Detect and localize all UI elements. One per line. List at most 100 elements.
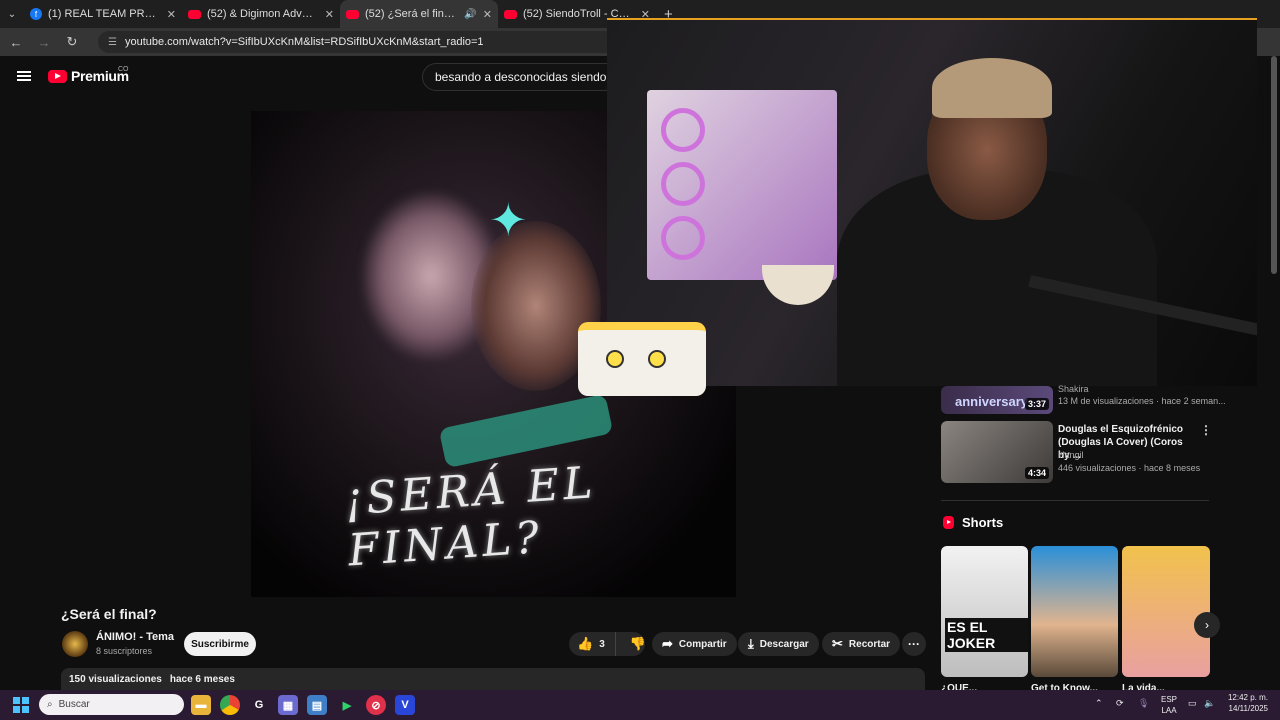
app-icon[interactable]: G	[249, 695, 269, 715]
speaker-icon[interactable]: 🔈	[1204, 698, 1215, 709]
site-info-icon[interactable]: ☰	[108, 37, 117, 48]
video-meta: 13 M de visualizaciones · hace 2 seman..…	[1058, 396, 1226, 406]
file-explorer-icon[interactable]: ▬	[191, 695, 211, 715]
dislike-button[interactable]: 👎	[622, 636, 654, 652]
like-button[interactable]: 👍 3	[569, 632, 616, 656]
bowl	[762, 265, 834, 305]
channel-name[interactable]: Shakira	[1058, 384, 1089, 394]
more-vertical-icon[interactable]: ⋮	[1200, 423, 1212, 437]
subscriber-count: 8 suscriptores	[96, 646, 153, 656]
list-item[interactable]: 4:34 Douglas el Esquizofrénico (Douglas …	[940, 421, 1212, 483]
country-code: CO	[118, 66, 129, 73]
mascot-sticker	[578, 322, 706, 396]
fan-icon	[661, 108, 705, 152]
channel-name[interactable]: Hangil	[1058, 450, 1084, 460]
thumbs-up-icon: 👍	[577, 636, 594, 651]
clip-label: Recortar	[848, 638, 891, 650]
network-icon[interactable]: ▭	[1188, 698, 1197, 709]
channel-name[interactable]: ÁNIMO! - Tema	[96, 631, 174, 643]
video-title-art: ¡SERÁ EL FINAL?	[342, 457, 599, 577]
short-overlay-text: ES EL JOKER	[945, 618, 1028, 652]
duration-badge: 3:37	[1024, 398, 1049, 410]
like-dislike-group: 👍 3 👎	[569, 632, 646, 656]
thumbnail-text: anniversary	[955, 394, 1028, 409]
short-card[interactable]: ES EL JOKER	[941, 546, 1028, 677]
tab-title: (1) REAL TEAM PRRAS! | Facebo	[48, 8, 161, 20]
windows-start-icon[interactable]	[13, 697, 29, 713]
media-player-icon[interactable]: ▶	[337, 695, 357, 715]
video-meta: 446 visualizaciones · hace 8 meses	[1058, 463, 1201, 473]
tab-title: (52) ¿Será el final? - YouTub	[365, 8, 459, 20]
search-icon: ⌕	[47, 699, 53, 710]
like-count: 3	[599, 638, 605, 650]
reload-icon[interactable]: ↻	[64, 34, 80, 50]
eye-icon	[648, 350, 666, 368]
search-input[interactable]: besando a desconocidas siendokam	[422, 63, 622, 91]
close-icon[interactable]: ✕	[167, 8, 176, 21]
fan-icon	[661, 162, 705, 206]
streamer-cap	[932, 58, 1052, 118]
subscribe-button[interactable]: Suscribirme	[184, 632, 256, 656]
close-icon[interactable]: ✕	[325, 8, 334, 21]
url-field[interactable]: ☰ youtube.com/watch?v=SifIbUXcKnM&list=R…	[98, 31, 658, 53]
shorts-icon	[943, 516, 954, 529]
pc-case	[647, 90, 837, 280]
thumbs-down-icon: 👎	[629, 636, 646, 651]
download-label: Descargar	[759, 638, 809, 650]
time-text: 12:42 p. m.	[1227, 693, 1268, 702]
sparkle-icon: ✦	[489, 194, 528, 246]
video-title: ¿Será el final?	[61, 606, 157, 622]
youtube-premium-logo[interactable]: Premium CO	[48, 66, 129, 84]
download-button[interactable]: ⤓ Descargar	[738, 632, 819, 656]
clip-button[interactable]: ✂ Recortar	[822, 632, 901, 656]
youtube-icon	[188, 9, 201, 19]
avatar[interactable]	[62, 631, 88, 657]
download-icon: ⤓	[748, 636, 754, 651]
share-label: Compartir	[678, 638, 727, 650]
calculator-icon[interactable]: ▤	[307, 695, 327, 715]
close-icon[interactable]: ✕	[483, 8, 492, 21]
shorts-header: Shorts	[943, 515, 1003, 530]
video-thumbnail[interactable]: 4:34	[941, 421, 1053, 483]
microphone-icon[interactable]: 🎙	[1138, 698, 1149, 709]
short-card[interactable]	[1122, 546, 1210, 677]
scissors-icon: ✂	[832, 636, 843, 651]
back-arrow-icon[interactable]: ←	[8, 35, 24, 50]
tab-active-video[interactable]: (52) ¿Será el final? - YouTub 🔊 ✕	[340, 0, 498, 28]
list-item[interactable]: anniversary 3:37 Shakira 13 M de visuali…	[940, 384, 1226, 414]
app-icon[interactable]: ▦	[278, 695, 298, 715]
chevron-up-icon[interactable]: ⌃	[1095, 698, 1103, 709]
more-horizontal-icon[interactable]: ···	[902, 632, 926, 656]
upload-age: hace 6 meses	[169, 673, 235, 685]
tab-search-icon[interactable]: ⌄	[0, 0, 24, 28]
speaker-icon[interactable]: 🔊	[464, 9, 476, 20]
app-icon[interactable]: ⊘	[366, 695, 386, 715]
chevron-right-icon[interactable]: ›	[1194, 612, 1220, 638]
date-text: 14/11/2025	[1228, 704, 1268, 713]
app-tray-icon[interactable]: ⟳	[1116, 698, 1124, 709]
forward-arrow-icon[interactable]: →	[36, 35, 52, 50]
eye-icon	[606, 350, 624, 368]
duration-badge: 4:34	[1024, 467, 1049, 479]
chrome-icon[interactable]	[220, 695, 240, 715]
video-thumbnail[interactable]: anniversary 3:37	[941, 386, 1053, 414]
menu-icon[interactable]	[17, 71, 31, 81]
short-card[interactable]	[1031, 546, 1118, 677]
taskbar-search[interactable]: ⌕ Buscar	[39, 694, 184, 715]
youtube-play-icon	[48, 69, 67, 83]
lang-layout: LAA	[1161, 706, 1177, 715]
description-box[interactable]: 150 visualizaciones hace 6 meses	[61, 668, 925, 690]
tab-digimon[interactable]: (52) & Digimon Adventure — E ✕	[182, 0, 340, 28]
tab-facebook[interactable]: f (1) REAL TEAM PRRAS! | Facebo ✕	[24, 0, 182, 28]
language-indicator[interactable]: ESP LAA	[1158, 694, 1180, 716]
share-button[interactable]: ➦ Compartir	[652, 632, 737, 656]
url-text: youtube.com/watch?v=SifIbUXcKnM&list=RDS…	[124, 36, 484, 48]
facebook-icon: f	[30, 8, 42, 20]
view-count: 150 visualizaciones	[69, 673, 162, 685]
fan-icon	[661, 216, 705, 260]
scrollbar[interactable]	[1271, 56, 1277, 274]
clock[interactable]: 12:42 p. m. 14/11/2025	[1224, 692, 1268, 714]
search-query-text: besando a desconocidas siendokam	[435, 70, 622, 84]
vpn-icon[interactable]: V	[395, 695, 415, 715]
share-icon: ➦	[662, 636, 673, 651]
